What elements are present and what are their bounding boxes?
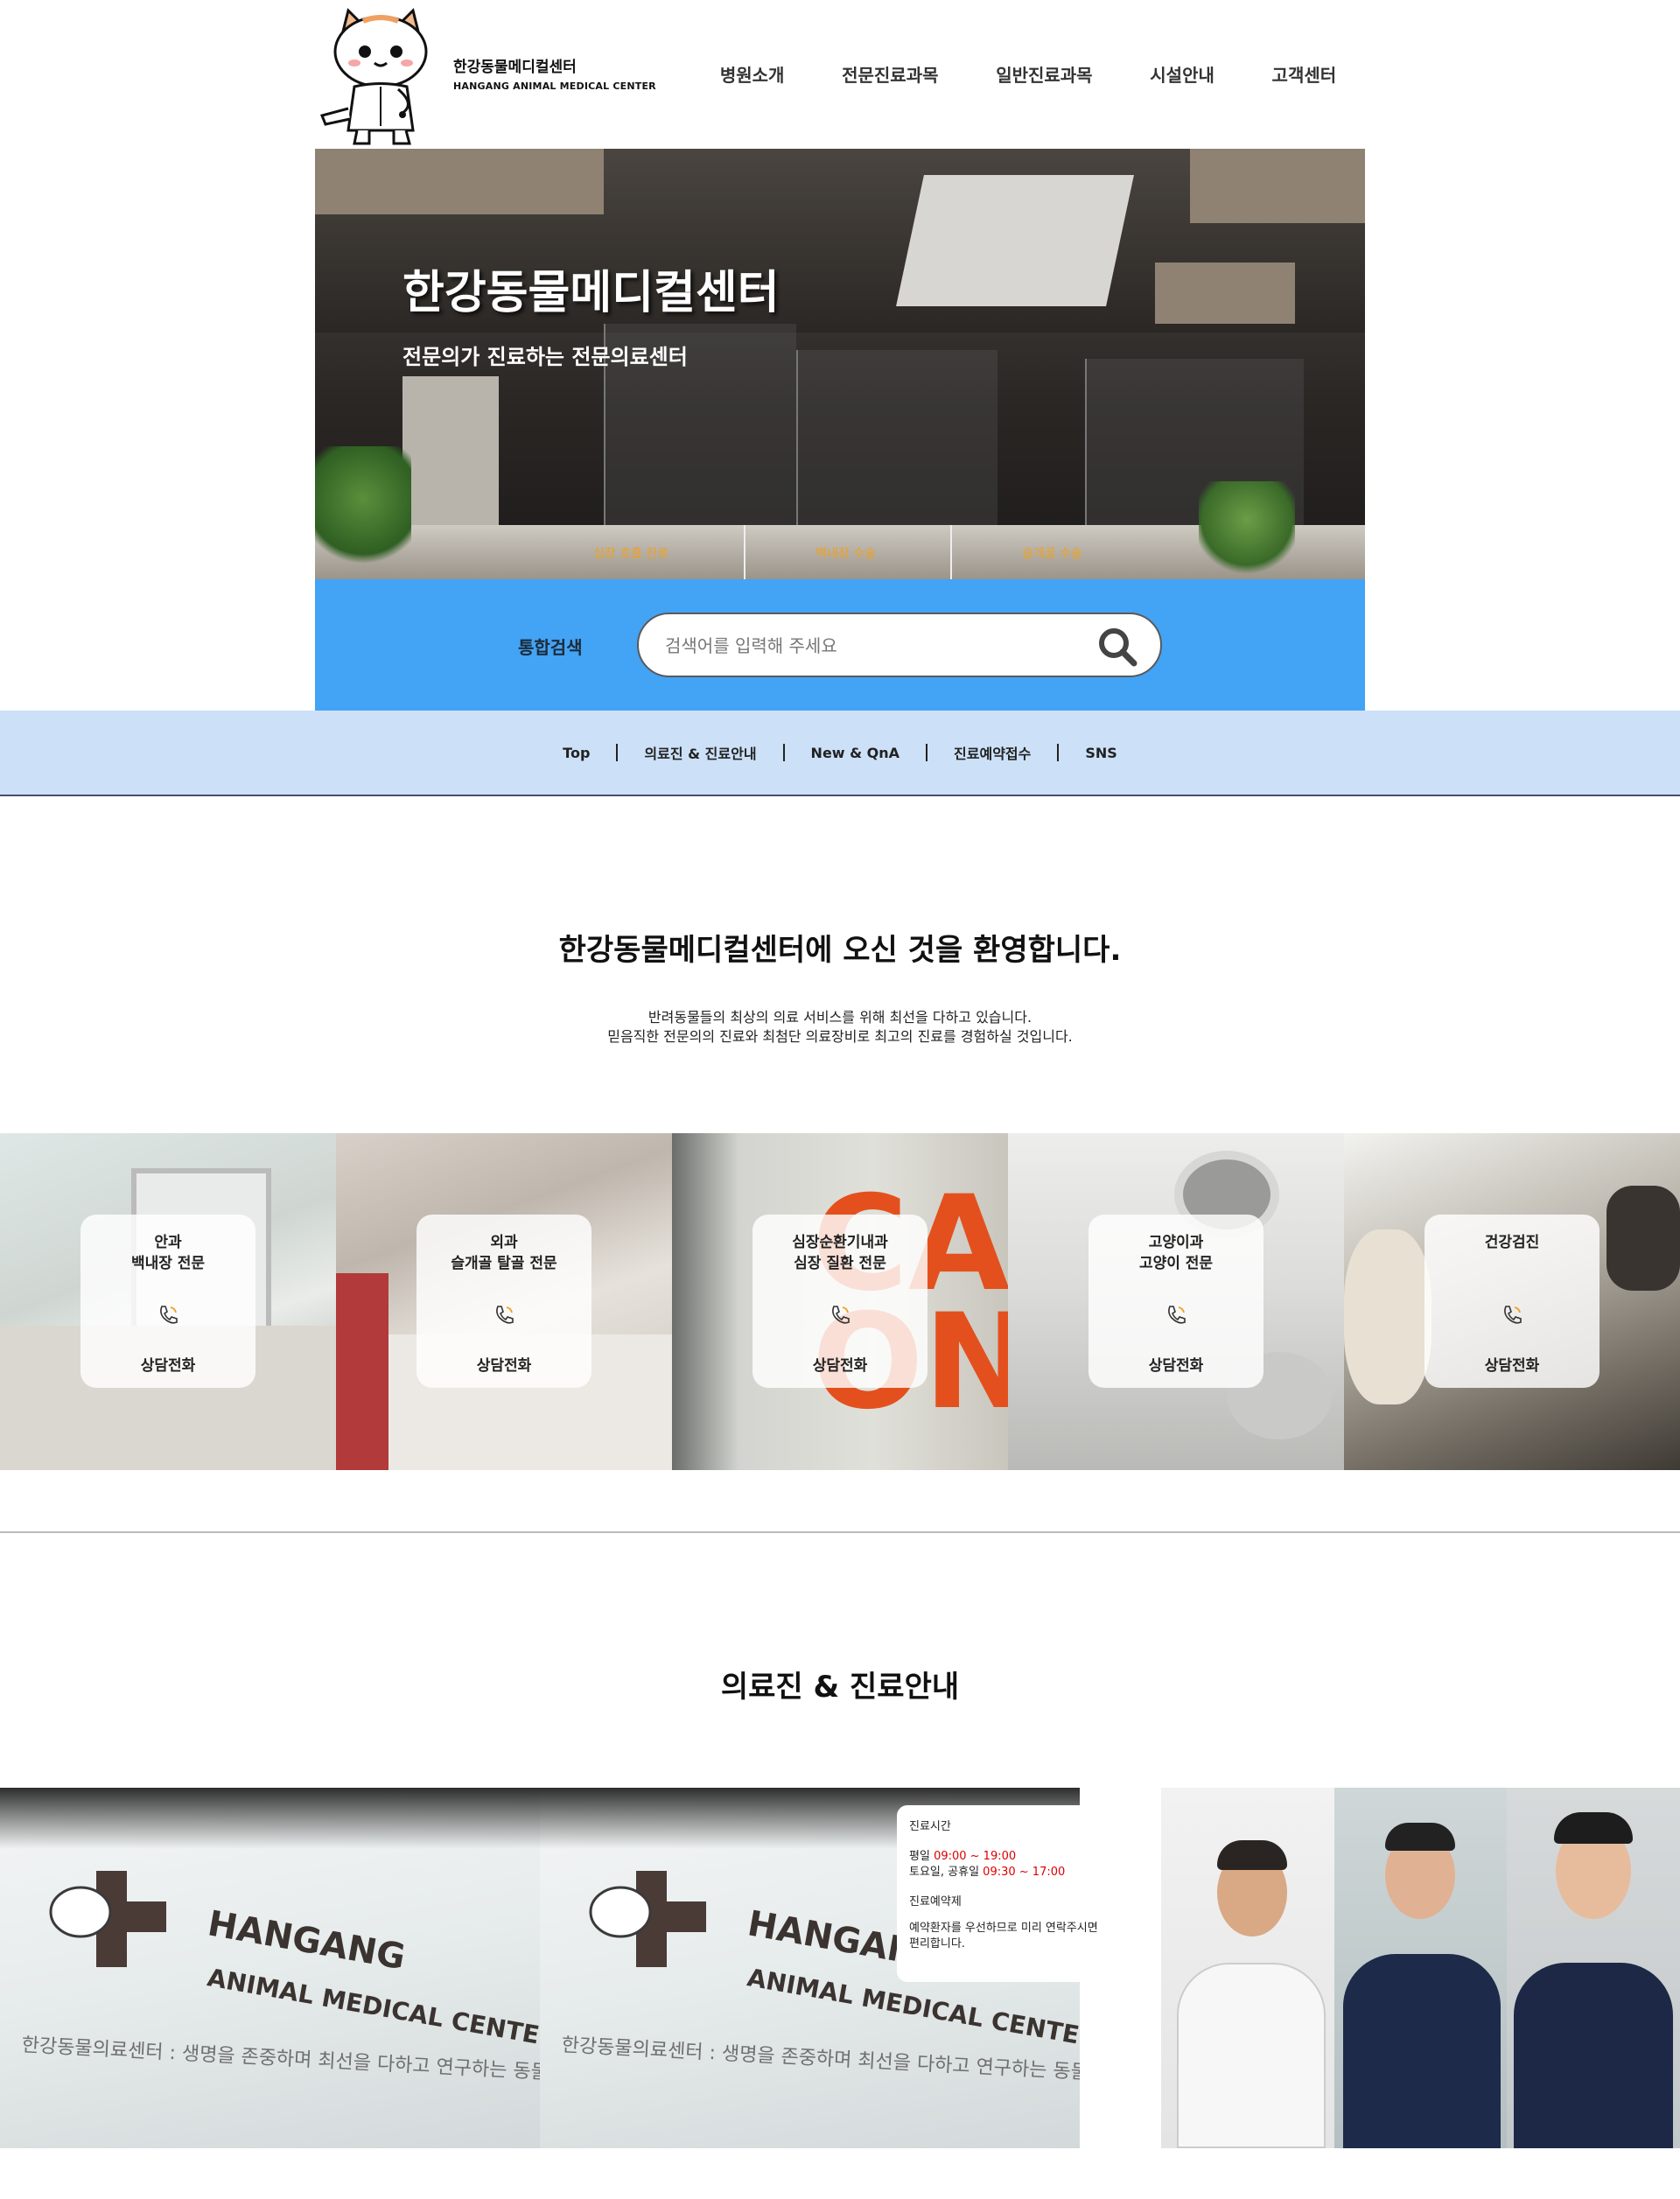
- consult-call-button[interactable]: 상담전화: [1088, 1353, 1264, 1375]
- welcome-description: 반려동물들의 최상의 의료 서비스를 위해 최선을 다하고 있습니다. 믿음직한…: [0, 1008, 1680, 1047]
- hero-subtitle: 전문의가 진료하는 전문의료센터: [402, 345, 688, 369]
- ceiling-panel: [1155, 263, 1295, 324]
- cross-logo-icon: [589, 1871, 706, 1967]
- search-section: 통합검색: [315, 579, 1365, 711]
- dog-photo: [1344, 1229, 1432, 1404]
- ceiling-vent: [896, 175, 1134, 306]
- hero-tag-cardiology[interactable]: 심장 호흡 진료: [593, 544, 668, 562]
- ceiling-panel: [1190, 149, 1365, 223]
- hero-tag-divider: [950, 525, 952, 579]
- sub-nav-bar: Top 의료진 & 진료안내 New & QnA 진료예약접수 SNS: [0, 711, 1680, 796]
- section-divider: [0, 1531, 1680, 1533]
- consult-call-button[interactable]: 상담전화: [416, 1353, 592, 1375]
- ceiling-panel: [315, 149, 604, 214]
- hours-heading: 진료시간: [909, 1820, 951, 1833]
- specialty-tile-cardiology[interactable]: CAON 심장순환기내과심장 질환 전문 상담전화: [672, 1133, 1008, 1470]
- doctor-hair: [1217, 1840, 1287, 1870]
- specialty-tile-checkup[interactable]: 건강검진 상담전화: [1344, 1133, 1680, 1470]
- specialty-tile-surgery[interactable]: 외과 슬개골 탈골 전문 상담전화: [336, 1133, 672, 1470]
- search-label: 통합검색: [518, 637, 583, 658]
- specialty-name: 건강검진: [1484, 1234, 1540, 1251]
- phone-icon: [1504, 1306, 1522, 1324]
- doctor-hair: [1554, 1812, 1634, 1844]
- reservation-note: 편리합니다.: [909, 1937, 965, 1950]
- person-photo: [336, 1273, 388, 1470]
- doctor-photo[interactable]: [1334, 1788, 1508, 2148]
- hours-weekend: 토요일, 공휴일 09:30 ~ 17:00: [909, 1866, 1066, 1879]
- consult-call-button[interactable]: 상담전화: [1424, 1353, 1600, 1375]
- subnav-sns[interactable]: SNS: [1059, 745, 1143, 761]
- subnav-top[interactable]: Top: [536, 745, 616, 761]
- specialty-tile-feline[interactable]: 고양이과 고양이 전문 상담전화: [1008, 1133, 1344, 1470]
- glass-door: [796, 350, 998, 534]
- hero-tag-cataract[interactable]: 백내장 수술: [816, 544, 876, 562]
- doctor-photo[interactable]: [1161, 1788, 1334, 2148]
- welcome-line: 반려동물들의 최상의 의료 서비스를 위해 최선을 다하고 있습니다.: [648, 1009, 1032, 1026]
- doctor-hair: [1384, 1823, 1455, 1851]
- nav-hospital-intro[interactable]: 병원소개: [720, 61, 785, 87]
- clinic-hours-card: 진료시간 평일 09:00 ~ 19:00 토요일, 공휴일 09:30 ~ 1…: [897, 1805, 1161, 1982]
- doctor-photo[interactable]: [1507, 1788, 1680, 2148]
- nav-general[interactable]: 일반진료과목: [996, 61, 1092, 87]
- sub-nav: Top 의료진 & 진료안내 New & QnA 진료예약접수 SNS: [0, 711, 1680, 795]
- phone-icon: [496, 1306, 514, 1324]
- nav-specialty[interactable]: 전문진료과목: [842, 61, 938, 87]
- nav-facilities[interactable]: 시설안내: [1150, 61, 1214, 87]
- doctor-scrubs: [1342, 1954, 1501, 2148]
- cat-mascot-icon: [319, 8, 428, 145]
- hours-weekday: 평일 09:00 ~ 19:00: [909, 1850, 1017, 1863]
- doctor-coat: [1177, 1963, 1326, 2148]
- phone-icon: [832, 1306, 850, 1324]
- doctor-scrubs: [1514, 1963, 1674, 2148]
- reservation-note: 예약환자를 우선하므로 미리 연락주시면: [909, 1922, 1098, 1935]
- consult-call-button[interactable]: 상담전화: [752, 1353, 928, 1375]
- specialty-card: 심장순환기내과 심장 질환 전문 상담전화: [752, 1215, 928, 1388]
- search-box: [637, 613, 1162, 677]
- sign-shadow: [0, 1788, 540, 1849]
- vet-photo: [1606, 1186, 1680, 1291]
- hero-tag-patella[interactable]: 슬개골 수술: [1022, 544, 1082, 562]
- hero-tag-divider: [744, 525, 746, 579]
- subnav-reservation[interactable]: 진료예약접수: [928, 742, 1057, 763]
- specialty-card: 고양이과 고양이 전문 상담전화: [1088, 1215, 1264, 1388]
- specialty-card: 안과 백내장 전문 상담전화: [80, 1215, 256, 1388]
- subnav-staff[interactable]: 의료진 & 진료안내: [618, 742, 782, 763]
- specialty-card: 건강검진 상담전화: [1424, 1215, 1600, 1388]
- hero-banner: 한강동물메디컬센터 전문의가 진료하는 전문의료센터 심장 호흡 진료 백내장 …: [315, 149, 1365, 579]
- specialty-name: 안과 백내장 전문: [130, 1234, 206, 1272]
- main-nav: 병원소개 전문진료과목 일반진료과목 시설안내 고객센터: [691, 0, 1365, 147]
- consult-call-button[interactable]: 상담전화: [80, 1353, 256, 1375]
- welcome-line: 믿음직한 전문의의 진료와 최첨단 의료장비로 최고의 진료를 경험하실 것입니…: [607, 1028, 1073, 1045]
- staff-section-title: 의료진 & 진료안내: [720, 1670, 960, 1705]
- subnav-news-qna[interactable]: New & QnA: [785, 745, 927, 761]
- search-icon[interactable]: [1096, 625, 1139, 669]
- logo[interactable]: 한강동물메디컬센터 HANGANG ANIMAL MEDICAL CENTER: [315, 0, 656, 147]
- specialty-name: 고양이과 고양이 전문: [1138, 1234, 1214, 1272]
- nav-customer-center[interactable]: 고객센터: [1272, 61, 1337, 87]
- logo-english-text: HANGANG ANIMAL MEDICAL CENTER: [453, 81, 656, 92]
- specialty-card: 외과 슬개골 탈골 전문 상담전화: [416, 1215, 592, 1388]
- logo-korean-text: 한강동물메디컬센터: [453, 59, 577, 76]
- cross-logo-icon: [49, 1871, 166, 1967]
- search-input[interactable]: [665, 632, 1085, 660]
- doctor-photos: [1161, 1788, 1680, 2148]
- plant-left: [315, 446, 411, 578]
- plant-right: [1199, 481, 1295, 578]
- specialty-strip: 안과백내장 전문 상담전화 외과슬개골 탈골 전문 상담전화 CAON 심장순환…: [0, 1133, 1680, 1470]
- hospital-sign-photo: HANGANG ANIMAL MEDICAL CENTER 한강동물의료센터 :…: [0, 1788, 540, 2148]
- phone-icon: [1168, 1306, 1186, 1324]
- specialty-tile-ophthalmology[interactable]: 안과 백내장 전문 상담전화: [0, 1133, 336, 1470]
- welcome-title: 한강동물메디컬센터에 오신 것을 환영합니다.: [558, 933, 1122, 968]
- specialty-name: 외과 슬개골 탈골 전문: [451, 1234, 557, 1272]
- hero-title: 한강동물메디컬센터: [402, 267, 780, 319]
- reservation-heading: 진료예약제: [909, 1895, 962, 1908]
- phone-icon: [160, 1306, 178, 1324]
- specialty-name: 심장순환기내과 심장 질환 전문: [792, 1234, 888, 1272]
